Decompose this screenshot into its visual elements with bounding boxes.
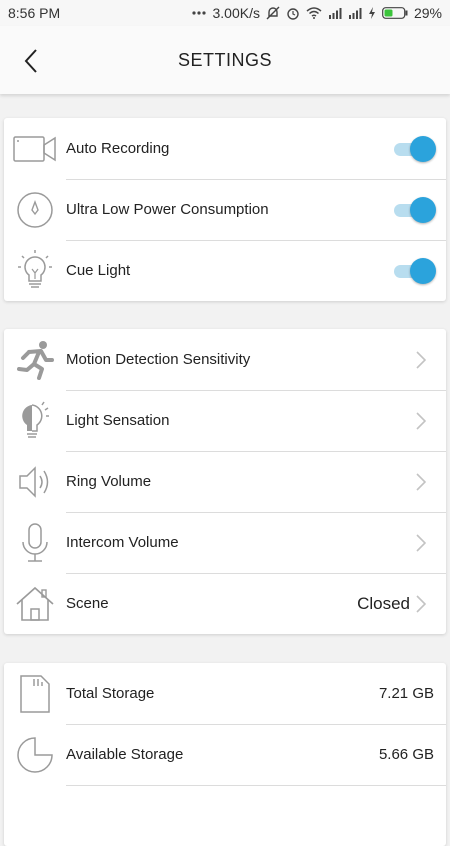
sd-card-icon — [4, 663, 66, 724]
wifi-icon — [306, 7, 322, 19]
available-storage-value: 5.66 GB — [378, 746, 434, 763]
mute-icon — [266, 6, 280, 20]
setting-label: Auto Recording — [66, 140, 170, 157]
setting-label: Light Sensation — [66, 412, 170, 429]
setting-label: Scene — [66, 595, 109, 612]
toggle-knob — [410, 135, 436, 162]
battery-percent: 29% — [413, 5, 442, 21]
chevron-right-icon — [416, 411, 442, 430]
signal-icon — [348, 8, 362, 19]
setting-label: Ultra Low Power Consumption — [66, 201, 269, 218]
battery-icon — [382, 7, 408, 19]
chevron-right-icon — [416, 533, 442, 552]
storage-icon — [4, 785, 66, 846]
charging-icon — [368, 7, 375, 19]
storage-label: Available Storage — [66, 746, 184, 763]
setting-row-ring-volume[interactable]: Ring Volume — [4, 451, 446, 512]
storage-row-available: Available Storage 5.66 GB — [4, 724, 446, 785]
dots-icon — [192, 11, 207, 15]
alarm-icon — [287, 8, 299, 20]
running-person-icon — [4, 329, 66, 390]
page-title: SETTINGS — [177, 50, 272, 70]
storage-label: Total Storage — [66, 685, 155, 702]
total-storage-value: 7.21 GB — [378, 685, 434, 702]
video-camera-icon — [4, 118, 66, 179]
speaker-icon — [4, 451, 66, 512]
pie-chart-icon — [4, 724, 66, 785]
status-icons: 3.00K/s 29% — [192, 5, 442, 21]
chevron-right-icon — [416, 594, 442, 613]
storage-row-partial — [4, 785, 446, 846]
storage-card: Total Storage 7.21 GB Available Storage … — [4, 663, 446, 846]
setting-label: Cue Light — [66, 262, 131, 279]
setting-row-auto-recording: Auto Recording — [4, 118, 446, 179]
status-bar: 8:56 PM 3.00K/s 29% — [0, 0, 450, 26]
house-icon — [4, 573, 66, 634]
setting-row-light-sensation[interactable]: Light Sensation — [4, 390, 446, 451]
network-speed: 3.00K/s — [212, 5, 260, 21]
scene-value: Closed — [357, 593, 410, 613]
ultra-low-power-toggle[interactable] — [394, 196, 436, 223]
setting-row-ultra-low-power: Ultra Low Power Consumption — [4, 179, 446, 240]
setting-row-motion-detection[interactable]: Motion Detection Sensitivity — [4, 329, 446, 390]
navigation-settings-card: Motion Detection Sensitivity Light Sensa… — [4, 329, 446, 634]
microphone-icon — [4, 512, 66, 573]
light-bulb-icon — [4, 240, 66, 301]
signal-icon — [328, 8, 342, 19]
setting-label: Ring Volume — [66, 473, 152, 490]
cue-light-toggle[interactable] — [394, 257, 436, 284]
chevron-right-icon — [416, 472, 442, 491]
chevron-right-icon — [416, 350, 442, 369]
power-compass-icon — [4, 179, 66, 240]
setting-label: Motion Detection Sensitivity — [66, 351, 251, 368]
setting-row-intercom-volume[interactable]: Intercom Volume — [4, 512, 446, 573]
toggle-settings-card: Auto Recording Ultra Low Power Consumpti… — [4, 118, 446, 301]
auto-recording-toggle[interactable] — [394, 135, 436, 162]
setting-row-scene[interactable]: Scene Closed — [4, 573, 446, 634]
half-bulb-icon — [4, 390, 66, 451]
setting-row-cue-light: Cue Light — [4, 240, 446, 301]
toggle-knob — [410, 257, 436, 284]
setting-label: Intercom Volume — [66, 534, 179, 551]
toggle-knob — [410, 196, 436, 223]
header: SETTINGS — [0, 26, 450, 94]
status-time: 8:56 PM — [8, 5, 61, 21]
storage-row-total: Total Storage 7.21 GB — [4, 663, 446, 724]
